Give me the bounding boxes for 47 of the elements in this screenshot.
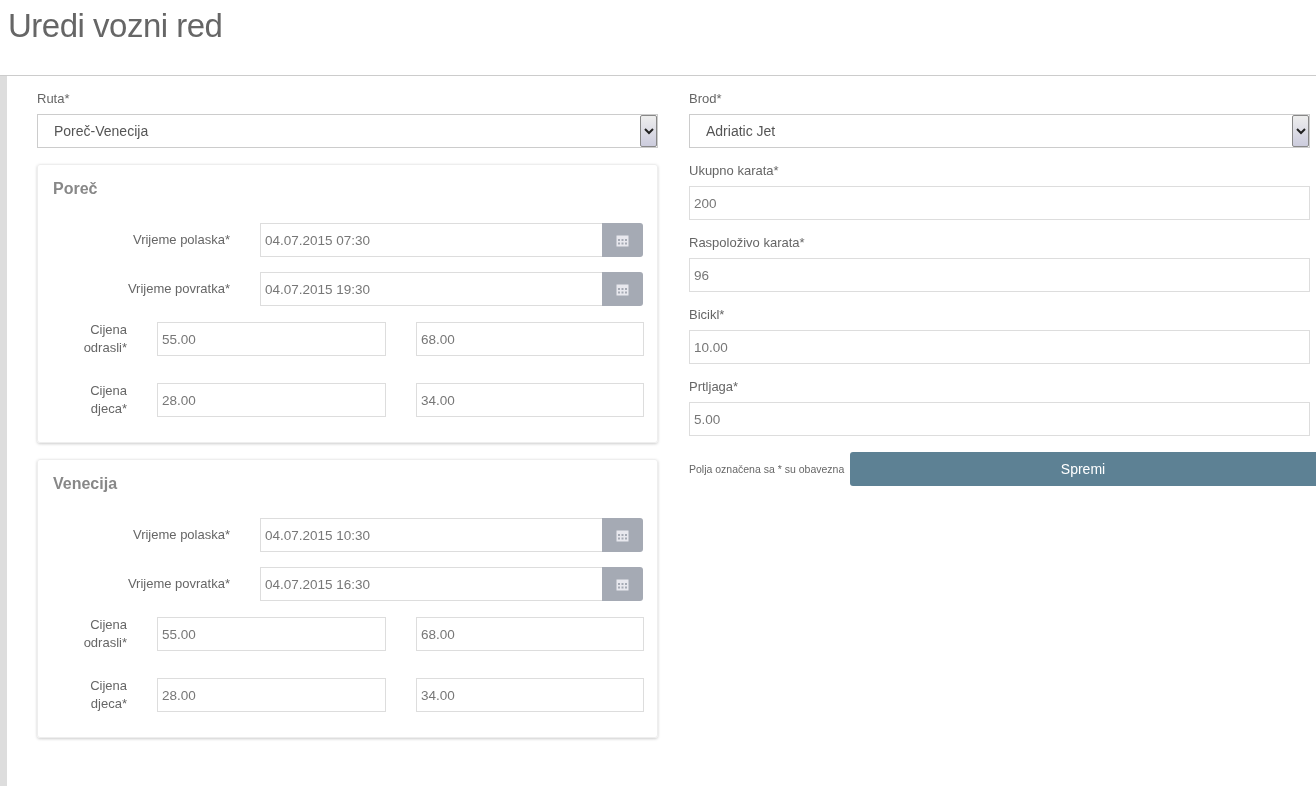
field-label: Cijena djeca* [89, 677, 127, 713]
calendar-icon [616, 577, 629, 591]
price-field[interactable]: 68.00 [416, 322, 644, 356]
calendar-button[interactable] [602, 272, 643, 306]
field-label: Vrijeme polaska* [131, 526, 230, 545]
field-label: Bicikl* [689, 308, 726, 324]
field-label: Vrijeme povratka* [126, 575, 230, 594]
chevron-icon [1292, 115, 1309, 147]
route-select[interactable]: Poreč-Venecija [37, 114, 658, 148]
field-label: Raspoloživo karata* [689, 236, 806, 252]
calendar-icon [616, 528, 629, 542]
field-label: Cijena odrasli* [82, 321, 127, 357]
field-label: Ruta* [37, 92, 71, 108]
section-title: Venecija [53, 474, 119, 492]
calendar-button[interactable] [602, 518, 643, 552]
chevron-icon [640, 115, 657, 147]
field-label: Ukupno karata* [689, 164, 780, 180]
input-field[interactable]: 10.00 [689, 330, 1310, 364]
price-field[interactable]: 68.00 [416, 617, 644, 651]
input-field[interactable]: 200 [689, 186, 1310, 220]
price-field[interactable]: 28.00 [157, 678, 386, 712]
calendar-icon [616, 233, 629, 247]
datetime-field[interactable]: 04.07.2015 19:30 [260, 272, 602, 306]
ship-select[interactable]: Adriatic Jet [689, 114, 1310, 148]
field-label: Prtljaga* [689, 380, 740, 396]
input-field[interactable]: 5.00 [689, 402, 1310, 436]
page-title: Uredi vozni red [8, 8, 224, 45]
calendar-button[interactable] [602, 567, 643, 601]
price-field[interactable]: 34.00 [416, 383, 644, 417]
calendar-button[interactable] [602, 223, 643, 257]
price-field[interactable]: 34.00 [416, 678, 644, 712]
required-note: Polja označena sa * su obavezna [689, 462, 846, 478]
field-label: Cijena odrasli* [82, 616, 127, 652]
datetime-field[interactable]: 04.07.2015 10:30 [260, 518, 602, 552]
datetime-field[interactable]: 04.07.2015 07:30 [260, 223, 602, 257]
calendar-icon [616, 282, 629, 296]
input-field[interactable]: 96 [689, 258, 1310, 292]
price-field[interactable]: 28.00 [157, 383, 386, 417]
field-label: Vrijeme polaska* [131, 231, 230, 250]
field-label: Cijena djeca* [89, 382, 127, 418]
datetime-field[interactable]: 04.07.2015 16:30 [260, 567, 602, 601]
field-label: Vrijeme povratka* [126, 280, 230, 299]
price-field[interactable]: 55.00 [157, 322, 386, 356]
section-title: Poreč [53, 179, 99, 197]
price-field[interactable]: 55.00 [157, 617, 386, 651]
field-label: Brod* [689, 92, 723, 108]
save-button[interactable]: Spremi [850, 452, 1316, 486]
